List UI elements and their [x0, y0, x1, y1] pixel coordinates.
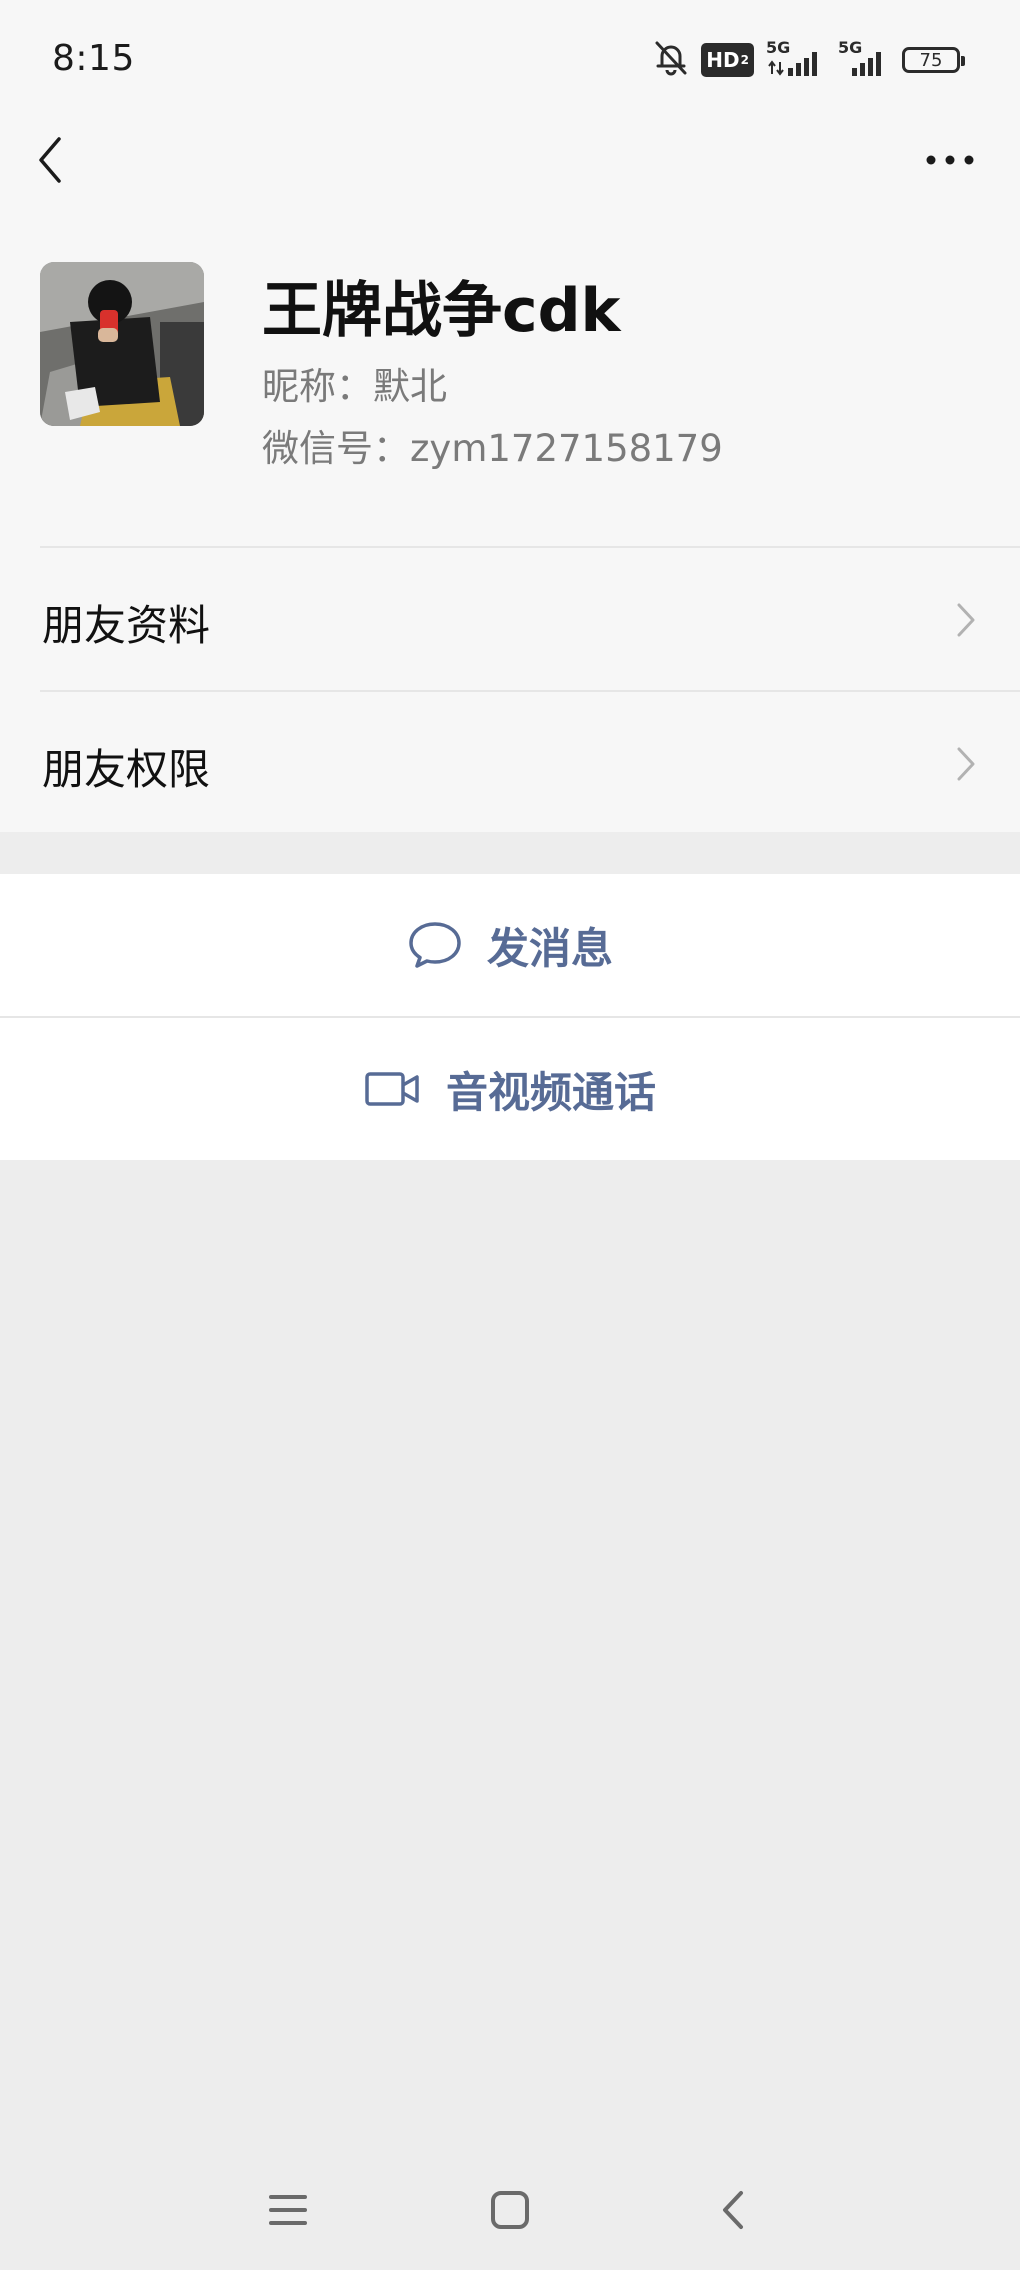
signal-5g-icon: 5G: [766, 38, 826, 78]
nickname-label: 昵称：: [262, 365, 373, 408]
system-navigation-bar: [0, 2160, 1020, 2260]
hd-voice-icon: HD 2: [701, 43, 754, 77]
contact-profile-page: 8:15 HD 2 5G 5G 75 王牌战争cdk 昵称：默北 微信号：zym…: [0, 0, 1020, 2270]
menu-item-friend-info[interactable]: 朋友资料: [0, 548, 1020, 690]
more-dots-icon: [926, 155, 974, 165]
status-time: 8:15: [52, 38, 135, 79]
bell-muted-icon: [653, 39, 689, 81]
more-button[interactable]: [920, 138, 980, 182]
home-icon[interactable]: [480, 2180, 540, 2240]
status-bar: 8:15 HD 2 5G 5G 75: [0, 0, 1020, 118]
video-camera-icon: [364, 1069, 422, 1109]
back-icon[interactable]: [702, 2180, 762, 2240]
menu-item-friend-permissions[interactable]: 朋友权限: [0, 692, 1020, 834]
send-message-button[interactable]: 发消息: [0, 874, 1020, 1016]
nickname-line: 昵称：默北: [262, 356, 447, 410]
avatar[interactable]: [40, 262, 204, 426]
chevron-right-icon: [957, 747, 975, 781]
video-call-label: 音视频通话: [445, 1067, 656, 1117]
send-message-label: 发消息: [486, 923, 613, 973]
menu-item-label: 朋友资料: [42, 601, 211, 650]
menu-icon[interactable]: [258, 2180, 318, 2240]
signal-5g-icon: 5G: [838, 38, 890, 78]
chevron-left-icon: [39, 137, 61, 183]
network-label-2: 5G: [838, 38, 863, 57]
wechat-id-label: 微信号：: [262, 427, 410, 470]
wechat-id-line: 微信号：zym1727158179: [262, 418, 723, 472]
battery-level: 75: [919, 49, 943, 71]
hd-sub: 2: [740, 53, 749, 67]
video-call-button[interactable]: 音视频通话: [0, 1018, 1020, 1160]
network-label-1: 5G: [766, 38, 791, 57]
battery-icon: 75: [902, 47, 965, 73]
chat-bubble-icon: [407, 920, 463, 970]
nickname-value: 默北: [373, 365, 447, 408]
menu-item-label: 朋友权限: [42, 745, 211, 794]
display-name: 王牌战争cdk: [262, 276, 621, 346]
chevron-right-icon: [957, 603, 975, 637]
back-button[interactable]: [28, 130, 72, 190]
hd-label: HD: [706, 48, 740, 72]
wechat-id-value[interactable]: zym1727158179: [410, 427, 723, 470]
status-icons: HD 2 5G 5G 75: [641, 38, 965, 81]
